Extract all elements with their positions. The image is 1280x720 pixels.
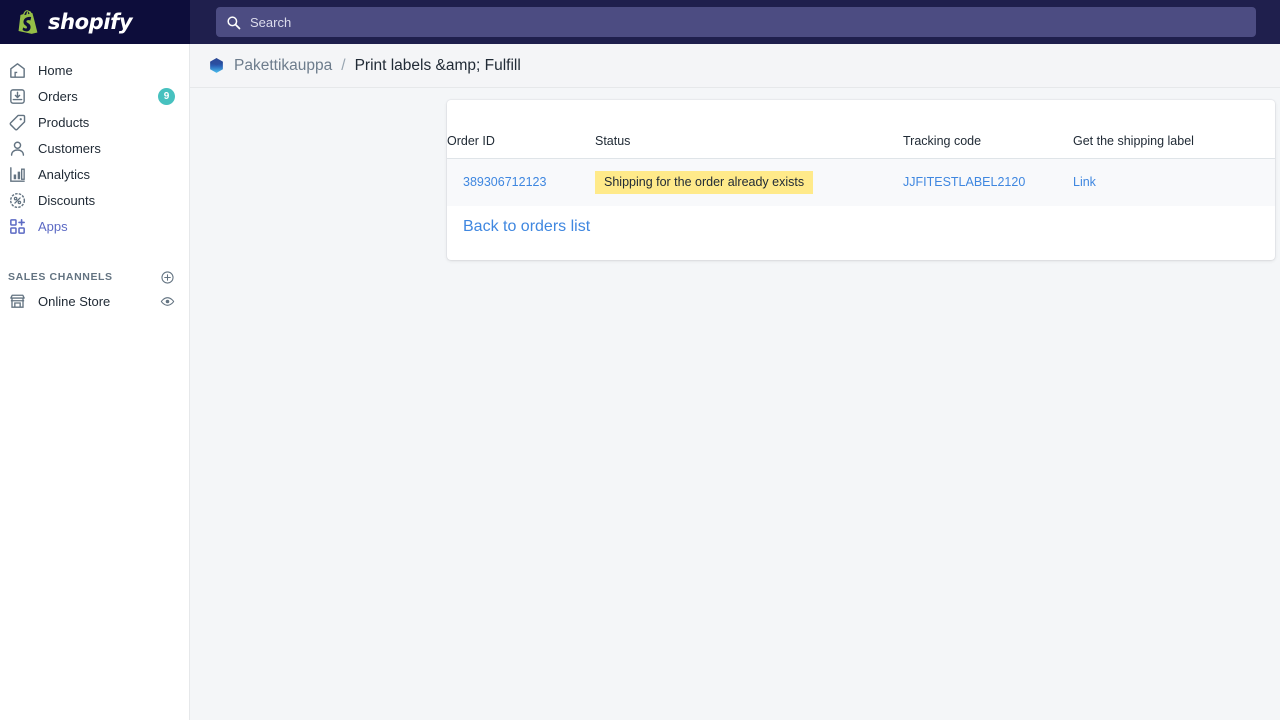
sidebar-item-label: Online Store bbox=[38, 293, 111, 309]
eye-icon[interactable] bbox=[160, 294, 175, 309]
search-input[interactable]: Search bbox=[216, 7, 1256, 37]
shipping-label-link[interactable]: Link bbox=[1073, 175, 1096, 189]
search-icon bbox=[227, 15, 241, 29]
main-content: Order ID Status Tracking code Get the sh… bbox=[190, 88, 1280, 720]
cell-order-id: 389306712123 bbox=[447, 158, 595, 206]
order-id-link[interactable]: 389306712123 bbox=[463, 175, 546, 189]
page-title: Print labels &amp; Fulfill bbox=[354, 56, 521, 74]
column-header-shipping-label: Get the shipping label bbox=[1073, 100, 1263, 159]
app-cube-icon bbox=[210, 58, 223, 73]
cell-shipping-label: Link bbox=[1073, 158, 1263, 206]
sidebar-nav: Home Orders 9 Products Customers Analyti… bbox=[0, 44, 190, 720]
shopify-wordmark: shopify bbox=[48, 10, 133, 34]
column-header-status: Status bbox=[595, 100, 903, 159]
shopify-bag-icon bbox=[18, 10, 38, 34]
tracking-code-link[interactable]: JJFITESTLABEL2120 bbox=[903, 175, 1025, 189]
breadcrumb-separator: / bbox=[341, 56, 346, 74]
breadcrumb: Pakettikauppa / Print labels &amp; Fulfi… bbox=[190, 44, 1280, 88]
breadcrumb-app-name[interactable]: Pakettikauppa bbox=[234, 57, 332, 75]
search-container: Search bbox=[190, 7, 1280, 37]
analytics-bars-icon bbox=[10, 166, 25, 182]
sidebar-item-analytics[interactable]: Analytics bbox=[0, 161, 189, 187]
card-footer: Back to orders list bbox=[447, 206, 1275, 236]
shopify-logo[interactable]: shopify bbox=[0, 0, 190, 44]
sidebar-item-apps[interactable]: Apps bbox=[0, 213, 189, 239]
sidebar-item-home[interactable]: Home bbox=[0, 57, 189, 83]
sidebar-item-label: Orders bbox=[38, 88, 78, 104]
back-to-orders-link[interactable]: Back to orders list bbox=[463, 218, 590, 235]
sidebar-item-products[interactable]: Products bbox=[0, 109, 189, 135]
sidebar-item-orders[interactable]: Orders 9 bbox=[0, 83, 189, 109]
shopify-admin-app: shopify Search Home Orders 9 Products Cu… bbox=[0, 0, 1280, 720]
plus-circle-icon[interactable] bbox=[160, 270, 175, 285]
sidebar-item-label: Apps bbox=[38, 218, 68, 234]
column-header-order-id: Order ID bbox=[447, 100, 595, 159]
orders-table: Order ID Status Tracking code Get the sh… bbox=[447, 100, 1275, 206]
customers-person-icon bbox=[10, 141, 25, 156]
apps-grid-plus-icon bbox=[10, 218, 25, 234]
sidebar-item-label: Home bbox=[38, 62, 73, 78]
orders-icon bbox=[10, 88, 25, 104]
top-bar: shopify Search bbox=[0, 0, 1280, 44]
table-row: 389306712123 Shipping for the order alre… bbox=[447, 158, 1275, 206]
sales-channels-title: SALES CHANNELS bbox=[8, 271, 113, 283]
shipping-labels-card: Order ID Status Tracking code Get the sh… bbox=[447, 100, 1275, 260]
cell-spacer bbox=[1263, 158, 1275, 206]
cell-status: Shipping for the order already exists bbox=[595, 158, 903, 206]
status-badge: Shipping for the order already exists bbox=[595, 171, 814, 194]
sidebar-item-customers[interactable]: Customers bbox=[0, 135, 189, 161]
table-header-row: Order ID Status Tracking code Get the sh… bbox=[447, 100, 1275, 159]
column-header-tracking-code: Tracking code bbox=[903, 100, 1073, 159]
home-icon bbox=[10, 62, 25, 78]
sidebar-item-label: Products bbox=[38, 114, 90, 130]
discounts-percent-icon bbox=[9, 192, 26, 208]
sidebar-item-label: Analytics bbox=[38, 166, 91, 182]
sales-channels-section-header: SALES CHANNELS bbox=[0, 266, 189, 288]
column-header-spacer bbox=[1263, 100, 1275, 159]
search-placeholder-text: Search bbox=[250, 14, 292, 30]
products-tag-icon bbox=[9, 114, 26, 130]
cell-tracking-code: JJFITESTLABEL2120 bbox=[903, 158, 1073, 206]
sidebar-item-label: Customers bbox=[38, 140, 101, 156]
sidebar-item-online-store[interactable]: Online Store bbox=[0, 288, 189, 314]
orders-count-badge: 9 bbox=[158, 87, 175, 105]
sidebar-item-discounts[interactable]: Discounts bbox=[0, 187, 189, 213]
sidebar-item-label: Discounts bbox=[38, 192, 96, 208]
storefront-icon bbox=[10, 294, 25, 308]
